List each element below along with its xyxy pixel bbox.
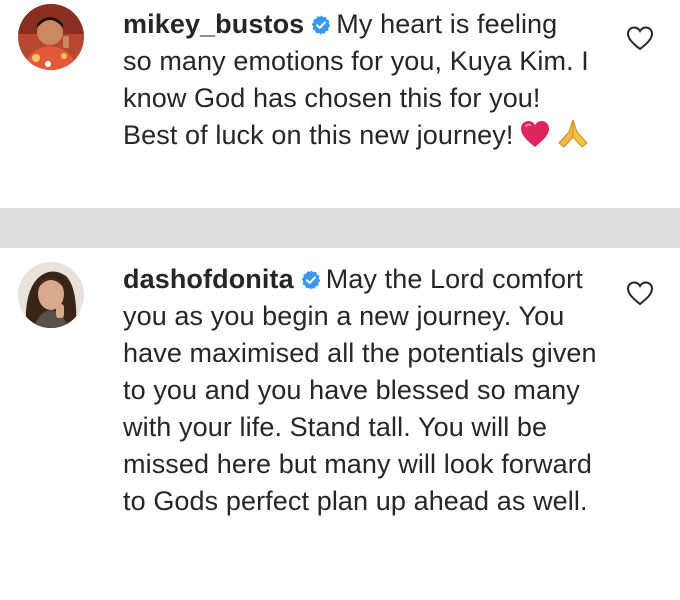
avatar[interactable] xyxy=(18,4,84,70)
comment-username[interactable]: dashofdonita xyxy=(123,264,294,294)
comment-divider xyxy=(0,208,680,248)
avatar[interactable] xyxy=(18,262,84,328)
comment-text: May the Lord comfort you as you begin a … xyxy=(123,264,597,516)
comment-item: dashofdonita May the Lord comfort you as … xyxy=(0,248,680,600)
comment-text-block: mikey_bustos My heart is feeling so many … xyxy=(123,6,593,154)
like-heart-icon[interactable] xyxy=(626,280,654,306)
comment-item: mikey_bustos My heart is feeling so many … xyxy=(0,0,680,208)
comment-text-block: dashofdonita May the Lord comfort you as … xyxy=(123,261,613,520)
red-heart-emoji-icon xyxy=(520,121,549,147)
like-heart-icon[interactable] xyxy=(626,25,654,51)
verified-badge-icon xyxy=(301,270,321,290)
comment-username[interactable]: mikey_bustos xyxy=(123,9,304,39)
verified-badge-icon xyxy=(311,15,331,35)
folded-hands-emoji-icon xyxy=(557,119,588,148)
